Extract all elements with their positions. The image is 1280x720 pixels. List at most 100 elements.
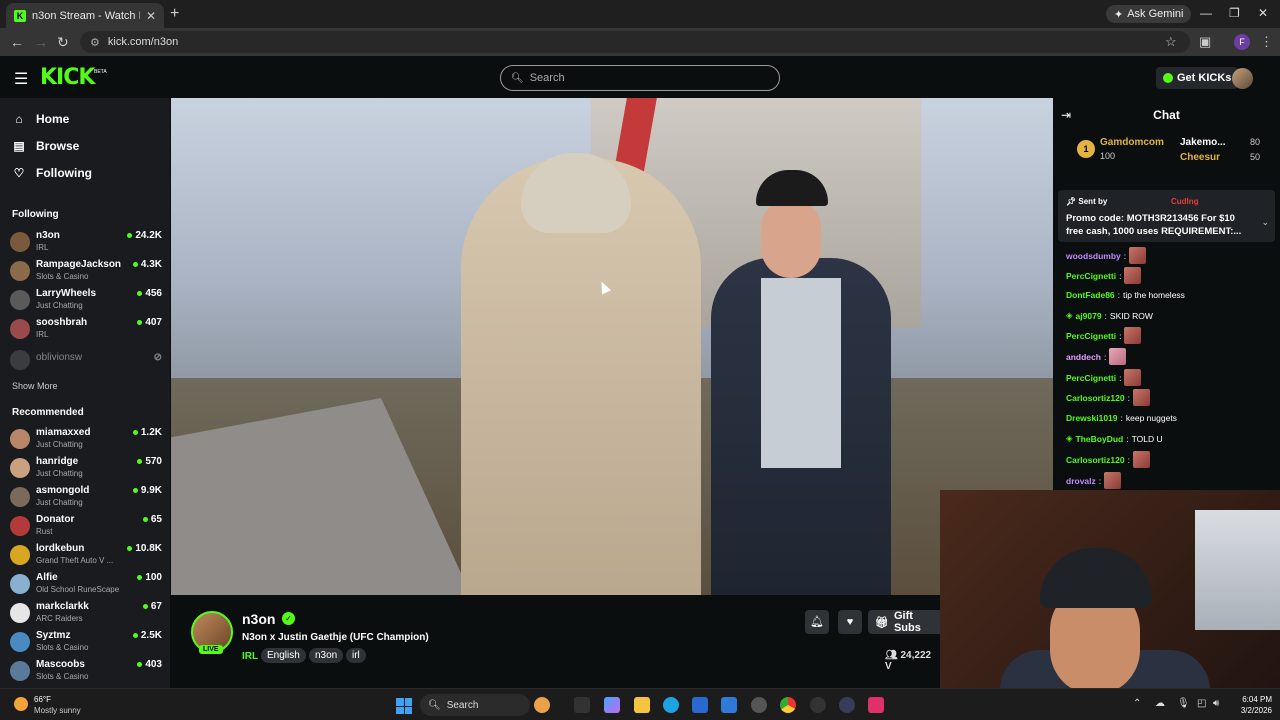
back-icon[interactable]: ← (10, 34, 24, 50)
settings-icon[interactable] (751, 697, 767, 713)
bookmark-star-icon[interactable]: ☆ (1165, 34, 1177, 50)
app-widget-icon[interactable] (534, 697, 550, 713)
leaderboard-name[interactable]: Jakemo... (1180, 137, 1226, 148)
chat-username[interactable]: anddech (1066, 352, 1101, 362)
channel-category: IRL (36, 243, 49, 252)
tag-english[interactable]: English (261, 648, 306, 663)
following-channel-n3on[interactable]: n3on IRL 24.2K (10, 228, 162, 257)
tray-chevron-icon[interactable]: ⌃ (1133, 698, 1141, 709)
kick-logo[interactable]: KICK (40, 65, 95, 90)
chat-username[interactable]: drovalz (1066, 476, 1096, 486)
weather-icon[interactable] (14, 697, 28, 711)
recommended-channel[interactable]: hanridge Just Chatting 570 (10, 454, 162, 483)
chevron-down-icon[interactable]: ⌄ (1261, 217, 1269, 228)
browser-tab-bar: K n3on Stream - Watch Live on Kick ✕ + ✦… (0, 0, 1280, 28)
recommended-channel[interactable]: Alfie Old School RuneScape 100 (10, 570, 162, 599)
get-kicks-button[interactable]: Get KICKs (1156, 67, 1239, 89)
app-icon[interactable] (810, 697, 826, 713)
tag-n3on[interactable]: n3on (309, 648, 344, 663)
reload-icon[interactable]: ↻ (57, 34, 69, 51)
browser-tab[interactable]: K n3on Stream - Watch Live on Kick ✕ (6, 3, 164, 28)
tiktok-icon[interactable] (868, 697, 884, 713)
store-icon[interactable] (692, 697, 708, 713)
avatar (10, 261, 30, 281)
following-channel-rampagejackson[interactable]: RampageJackson Slots & Casino 4.3K (10, 257, 162, 286)
tray-cloud-icon[interactable]: ☁ (1155, 698, 1165, 709)
channel-name: Syztmz (36, 630, 71, 641)
close-tab-icon[interactable]: ✕ (146, 9, 156, 23)
windows-start-icon[interactable] (396, 698, 412, 714)
volume-icon[interactable]: 🔊︎ (1213, 698, 1219, 709)
notification-bell-button[interactable]: 🔔︎ (805, 610, 829, 634)
leaderboard-name[interactable]: Gamdomcom (1100, 137, 1164, 148)
nav-following-label: Following (36, 166, 92, 180)
recommended-channel[interactable]: Donator Rust 65 (10, 512, 162, 541)
app-icon[interactable] (839, 697, 855, 713)
hamburger-menu-icon[interactable]: ☰ (14, 69, 28, 89)
chat-username[interactable]: DontFade86 (1066, 290, 1115, 300)
recommended-channel[interactable]: asmongold Just Chatting 9.9K (10, 483, 162, 512)
video-player[interactable] (171, 98, 1053, 595)
follow-heart-button[interactable]: ♥ (838, 610, 862, 634)
recommended-channel[interactable]: Mascoobs Slots & Casino 403 (10, 657, 162, 686)
sidepanel-icon[interactable]: ▣ (1199, 34, 1211, 50)
task-view-icon[interactable] (574, 697, 590, 713)
taskbar-clock[interactable]: 6:04 PM 3/2/2026 (1232, 694, 1272, 716)
pinned-message[interactable]: 📌︎ Sent by Cudlng Promo code: MOTH3R2134… (1058, 190, 1275, 242)
stream-category[interactable]: IRL (242, 651, 258, 662)
chrome-icon[interactable] (780, 697, 796, 713)
chat-message: anddech: (1066, 348, 1127, 365)
microphone-icon[interactable]: 🎙︎ (1177, 698, 1190, 709)
recommended-channel[interactable]: markclarkk ARC Raiders 67 (10, 599, 162, 628)
live-dot-icon (137, 459, 143, 464)
following-channel-sooshbrah[interactable]: sooshbrah IRL 407 (10, 315, 162, 344)
recommended-channel[interactable]: Syztmz Slots & Casino 2.5K (10, 628, 162, 657)
chat-username[interactable]: Carlosortiz120 (1066, 393, 1125, 403)
close-window-icon[interactable]: ✕ (1258, 6, 1268, 20)
edge-icon[interactable] (663, 697, 679, 713)
ask-gemini-button[interactable]: ✦ Ask Gemini (1106, 5, 1192, 23)
taskbar-search-label: Search (446, 699, 479, 711)
heart-icon: ♥ (846, 616, 854, 628)
chat-username[interactable]: PercCignetti (1066, 271, 1116, 281)
site-info-icon[interactable]: ⚙ (90, 36, 100, 49)
recommended-channel[interactable]: miamaxxed Just Chatting 1.2K (10, 425, 162, 454)
channel-category: IRL (36, 330, 49, 339)
minimize-icon[interactable]: — (1200, 6, 1212, 20)
viewer-count-value: 67 (150, 601, 162, 612)
nav-home[interactable]: ⌂ Home (12, 112, 69, 126)
url-field[interactable]: ⚙ kick.com/n3on (80, 31, 1190, 53)
new-tab-icon[interactable]: + (170, 5, 179, 23)
maximize-icon[interactable]: ❐ (1229, 6, 1240, 20)
chat-username[interactable]: PercCignetti (1066, 331, 1116, 341)
following-channel-larrywheels[interactable]: LarryWheels Just Chatting 456 (10, 286, 162, 315)
search-input[interactable]: 🔍︎ Search (500, 65, 780, 91)
tag-irl[interactable]: irl (346, 648, 366, 663)
file-explorer-icon[interactable] (634, 697, 650, 713)
avatar (10, 516, 30, 536)
wifi-icon[interactable]: ◰ (1197, 698, 1206, 709)
streamer-name[interactable]: n3on (242, 611, 275, 627)
chat-username[interactable]: woodsdumby (1066, 251, 1121, 261)
chat-username[interactable]: TheBoyDud (1076, 434, 1124, 444)
user-avatar[interactable] (1232, 68, 1253, 89)
menu-icon[interactable]: ⋮ (1260, 34, 1273, 50)
copilot-icon[interactable] (604, 697, 620, 713)
chat-username[interactable]: Drewski1019 (1066, 413, 1118, 423)
show-more-link[interactable]: Show More (12, 381, 58, 391)
viewer-count: 65 (142, 514, 162, 525)
profile-avatar[interactable]: F (1234, 34, 1250, 50)
nav-browse[interactable]: ▤ Browse (12, 139, 79, 153)
chat-username[interactable]: Carlosortiz120 (1066, 455, 1125, 465)
recommended-channel[interactable]: lordkebun Grand Theft Auto V ... 10.8K (10, 541, 162, 570)
forward-icon[interactable]: → (34, 34, 48, 50)
taskbar-search[interactable]: 🔍︎ Search (420, 694, 530, 716)
chat-username[interactable]: aj9079 (1076, 311, 1102, 321)
leaderboard-name[interactable]: Cheesur (1180, 152, 1220, 163)
gift-subs-button[interactable]: 🎁︎ Gift Subs (868, 610, 940, 634)
outlook-icon[interactable] (721, 697, 737, 713)
badge-icon: ◈ (1066, 310, 1073, 320)
chat-username[interactable]: PercCignetti (1066, 373, 1116, 383)
following-channel-oblivionsw[interactable]: oblivionsw ⊘ (10, 346, 162, 375)
nav-following[interactable]: ♡ Following (12, 166, 92, 180)
